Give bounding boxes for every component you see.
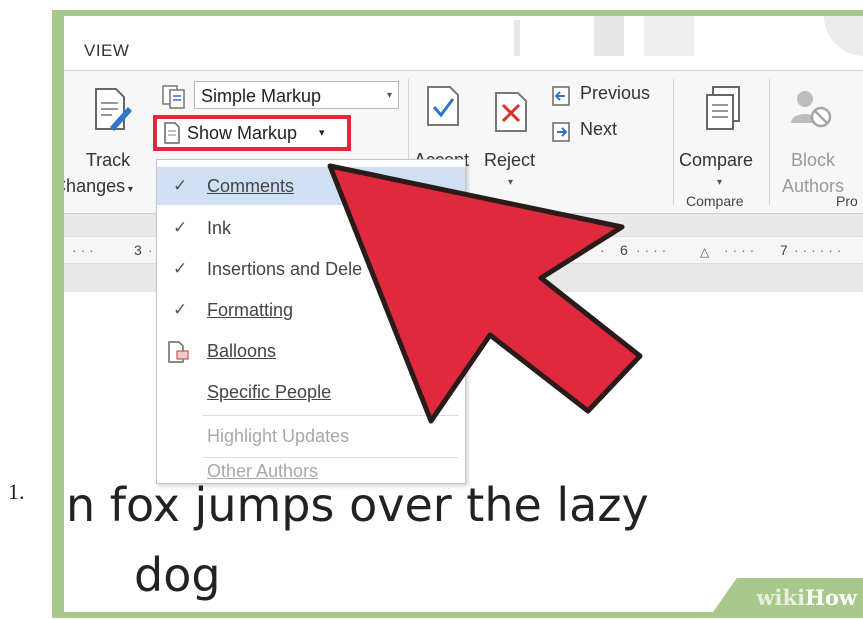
watermark-how: How <box>805 585 857 610</box>
red-arrow-pointer <box>327 163 643 424</box>
word-window: VIEW Track Changes ▾ <box>64 16 863 612</box>
list-number: 1. <box>8 479 25 504</box>
screenshot-frame: VIEW Track Changes ▾ <box>52 10 863 618</box>
watermark-wiki: wiki <box>756 585 806 610</box>
wikihow-watermark: wikiHow <box>756 585 857 610</box>
